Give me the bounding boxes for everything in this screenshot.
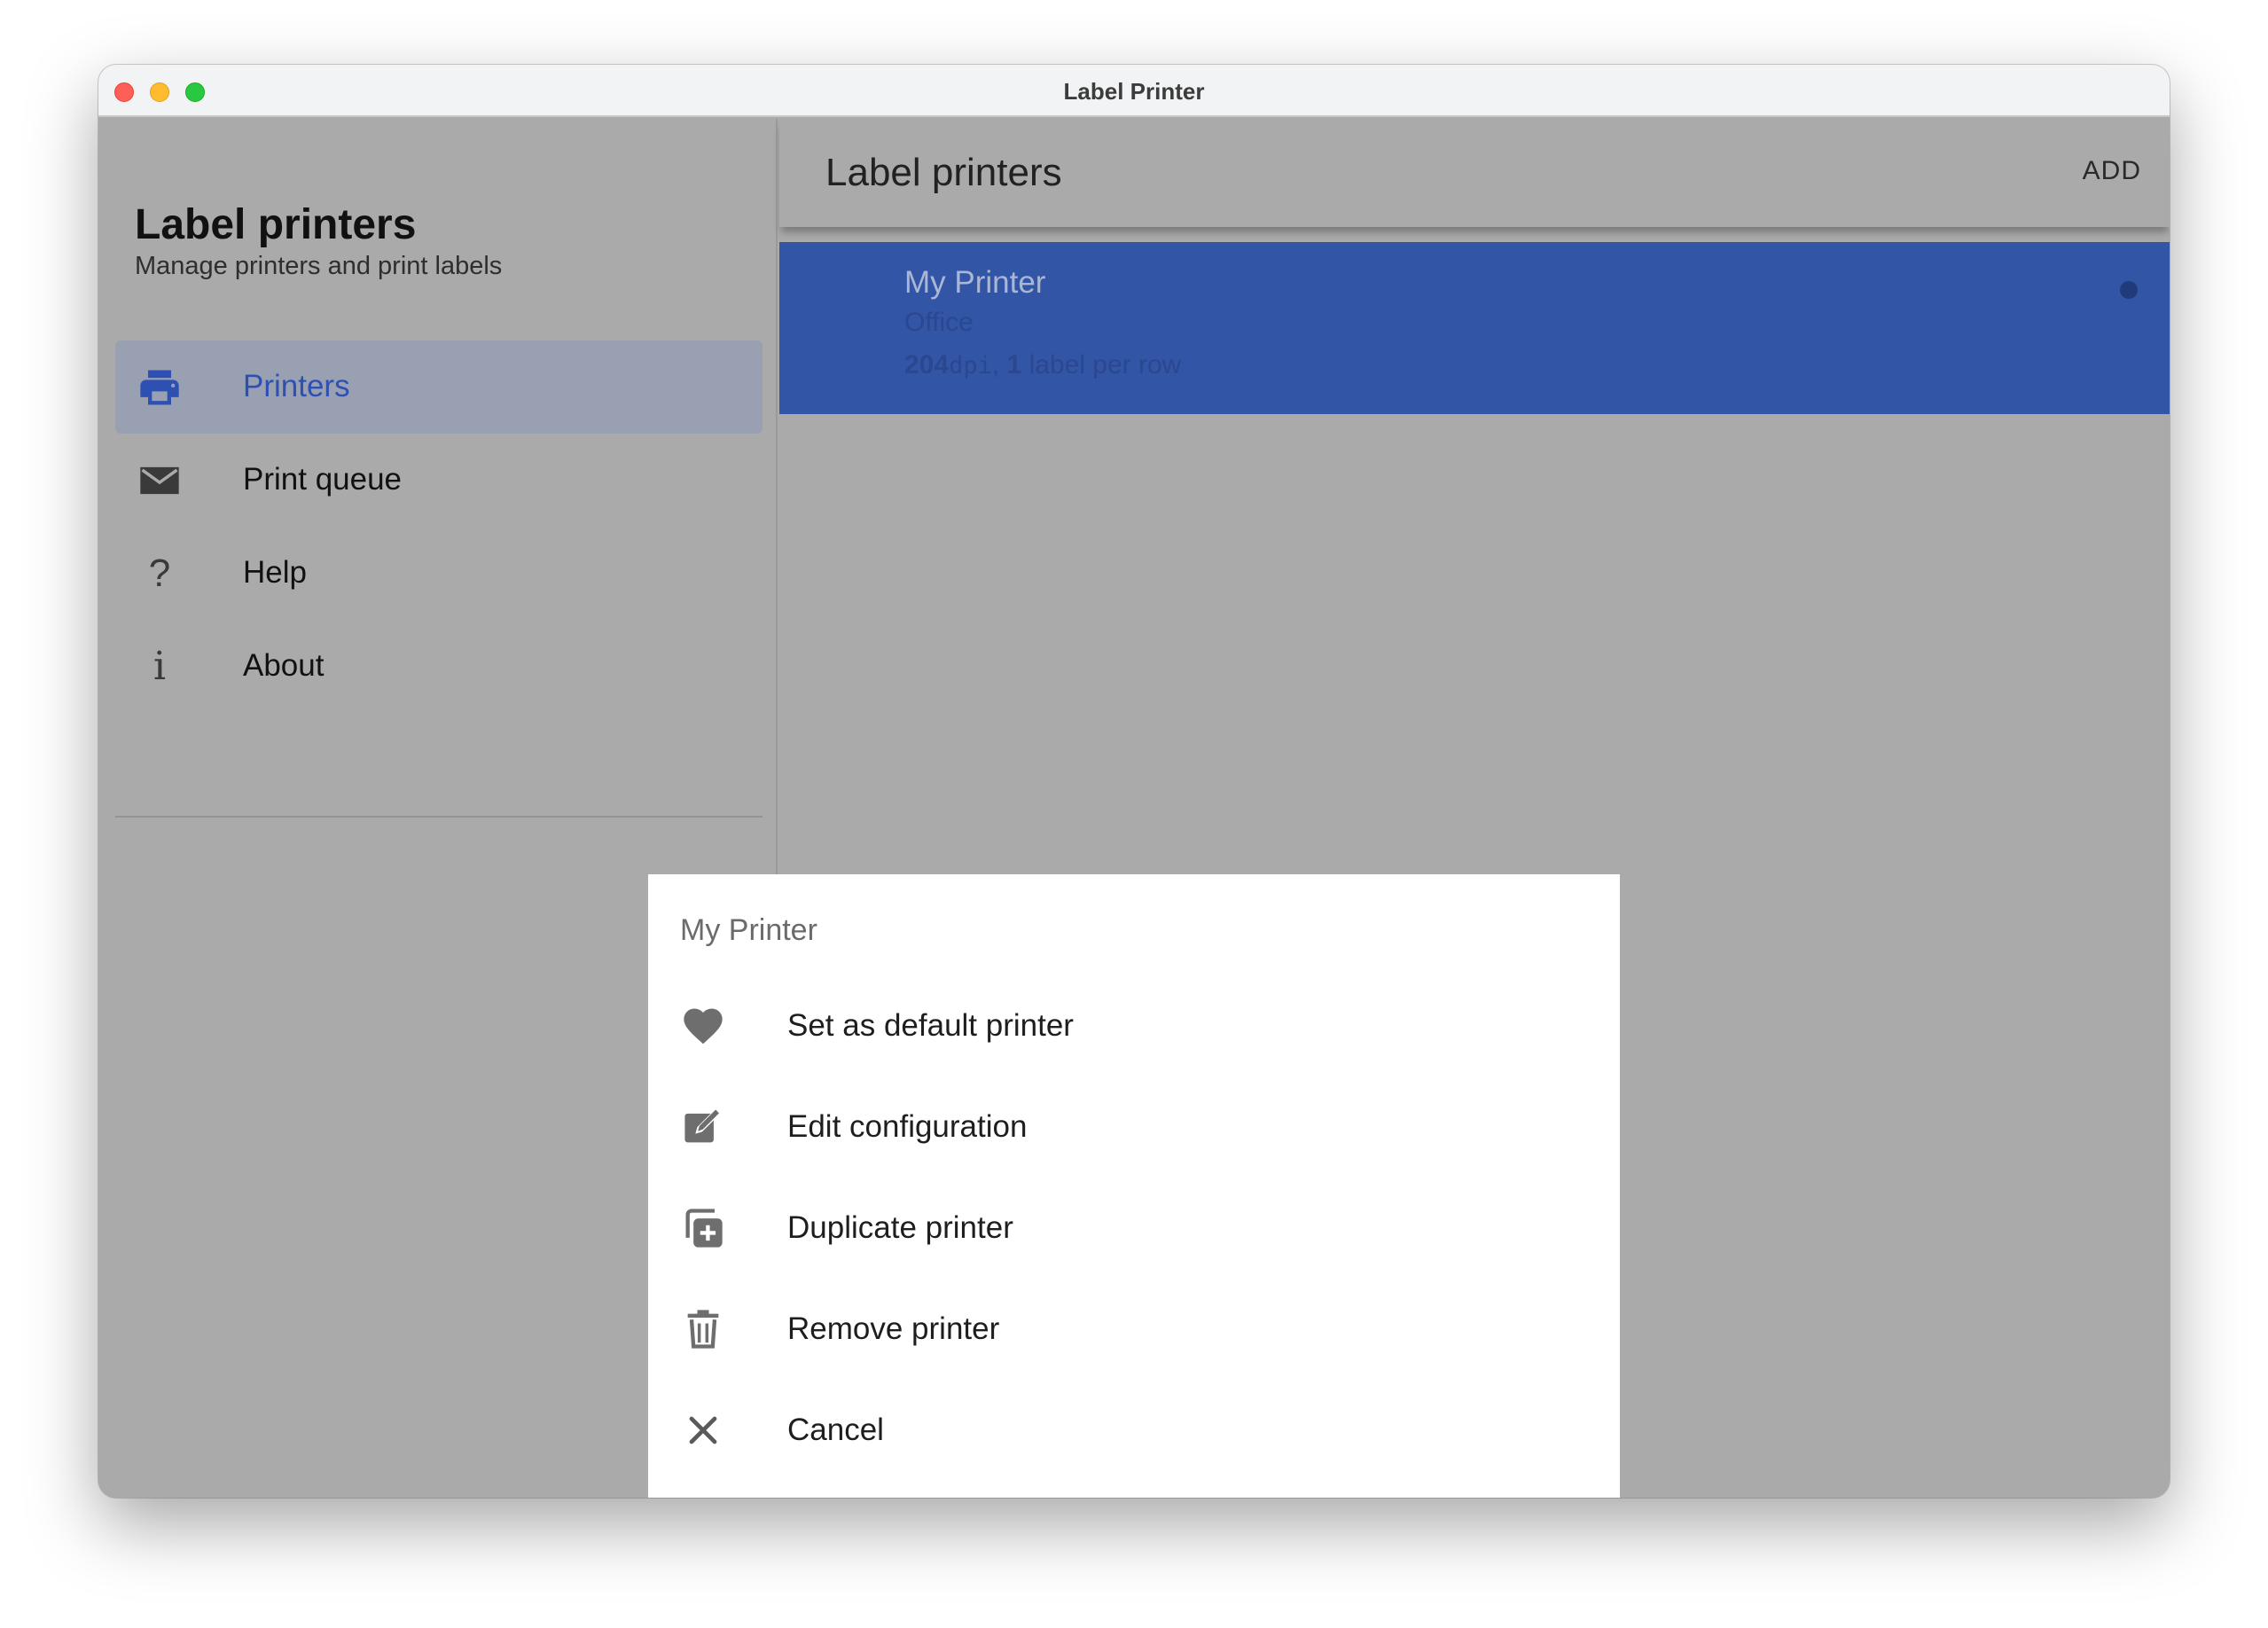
envelope-icon (137, 458, 183, 504)
question-icon: ? (148, 552, 171, 595)
duplicate-printer-button[interactable]: Duplicate printer (648, 1178, 1620, 1280)
printer-icon (137, 364, 183, 411)
sidebar-item-print-queue[interactable]: Print queue (115, 434, 763, 527)
main-header: Label printers ADD (779, 119, 2170, 227)
action-label: Duplicate printer (787, 1210, 1013, 1245)
printer-details: 204dpi, 1 label per row (904, 350, 1181, 380)
sidebar-divider (115, 816, 763, 818)
action-label: Edit configuration (787, 1109, 1028, 1144)
action-sheet-title: My Printer (680, 913, 817, 947)
cancel-button[interactable]: Cancel (648, 1381, 1620, 1482)
printer-status-icon (2120, 281, 2138, 299)
sidebar-item-label: Printers (243, 369, 350, 403)
action-label: Set as default printer (787, 1008, 1074, 1043)
info-icon: i (153, 644, 167, 689)
duplicate-icon (680, 1205, 726, 1251)
page-title: Label printers (825, 151, 1062, 194)
app-window: Label Printer Label printers Manage prin… (98, 65, 2170, 1498)
action-label: Cancel (787, 1413, 884, 1447)
trash-icon (680, 1306, 726, 1352)
heart-icon (680, 1003, 726, 1049)
sidebar-item-label: Help (243, 555, 307, 590)
sidebar-item-label: Print queue (243, 462, 403, 497)
close-icon (680, 1407, 726, 1453)
printer-list-item[interactable]: My Printer Office 204dpi, 1 label per ro… (779, 242, 2170, 414)
add-printer-button[interactable]: ADD (2083, 156, 2141, 186)
labels-text: label per row (1028, 350, 1182, 380)
sidebar-title: Label printers (135, 201, 417, 248)
sidebar-subtitle: Manage printers and print labels (135, 252, 503, 280)
sidebar-item-printers[interactable]: Printers (115, 340, 763, 434)
sidebar-item-label: About (243, 648, 325, 683)
printer-action-sheet: My Printer Set as default printer Edit c… (648, 874, 1620, 1498)
details-separator: , (991, 350, 1000, 380)
remove-printer-button[interactable]: Remove printer (648, 1280, 1620, 1381)
sidebar-item-help[interactable]: ? Help (115, 527, 763, 620)
printer-location: Office (904, 308, 974, 337)
sidebar-item-about[interactable]: i About (115, 620, 763, 713)
printer-name: My Printer (904, 265, 1046, 300)
edit-icon (680, 1104, 726, 1150)
dpi-unit: dpi (949, 352, 992, 380)
dpi-value: 204 (904, 350, 950, 380)
labels-count: 1 (1006, 350, 1022, 380)
title-bar: Label Printer (98, 65, 2170, 117)
window-title: Label Printer (1063, 78, 1205, 105)
edit-configuration-button[interactable]: Edit configuration (648, 1077, 1620, 1178)
set-default-printer-button[interactable]: Set as default printer (648, 976, 1620, 1077)
action-label: Remove printer (787, 1311, 1000, 1346)
